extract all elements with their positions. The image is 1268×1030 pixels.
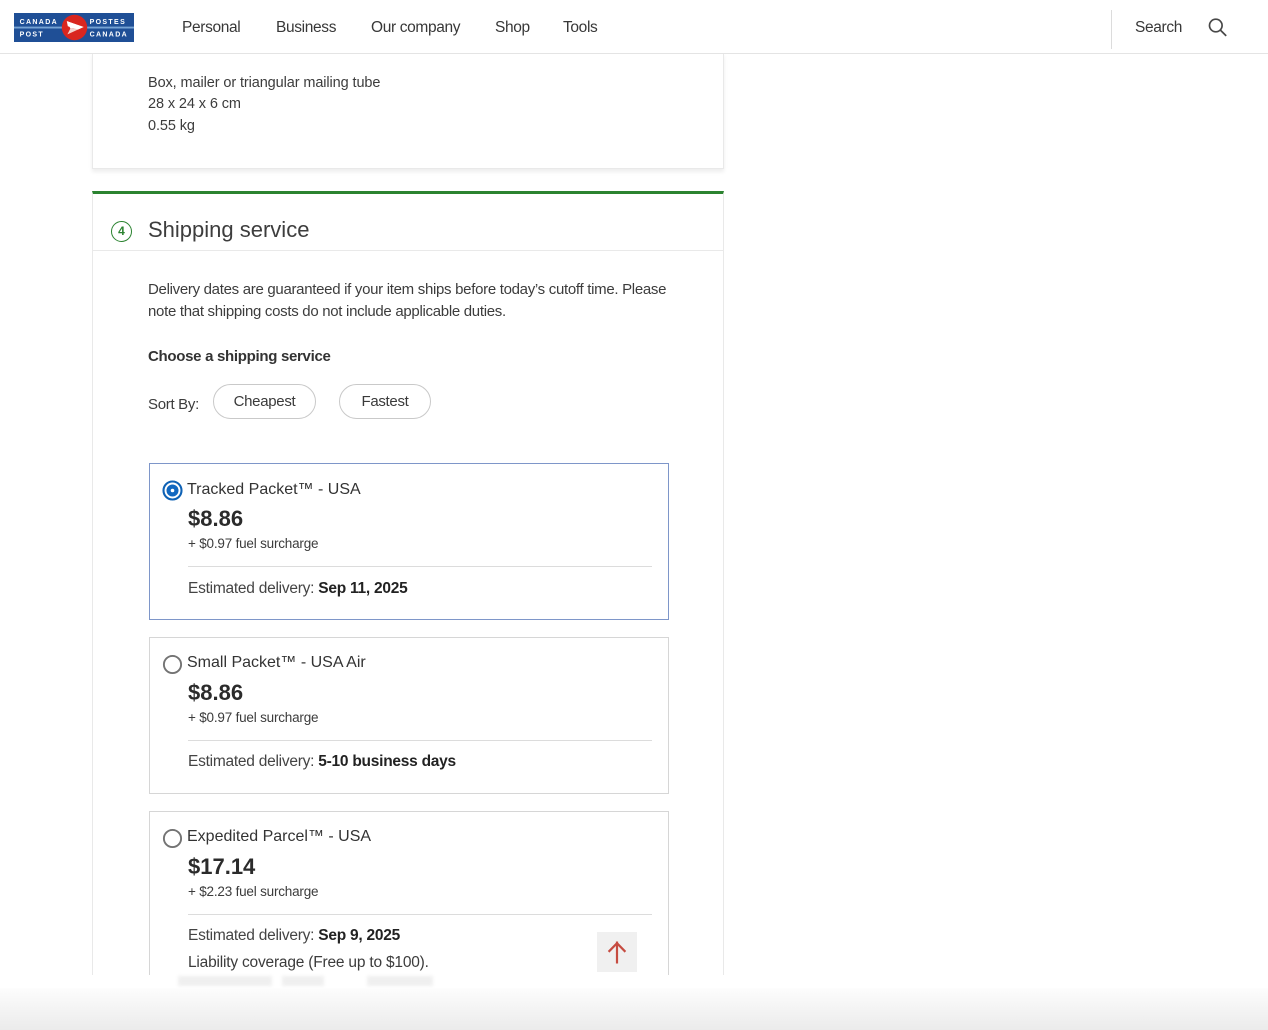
svg-text:CANADA: CANADA: [90, 31, 128, 38]
svg-text:CANADA: CANADA: [20, 19, 58, 26]
svg-text:POSTES: POSTES: [90, 19, 127, 26]
svg-text:POST: POST: [20, 31, 44, 38]
